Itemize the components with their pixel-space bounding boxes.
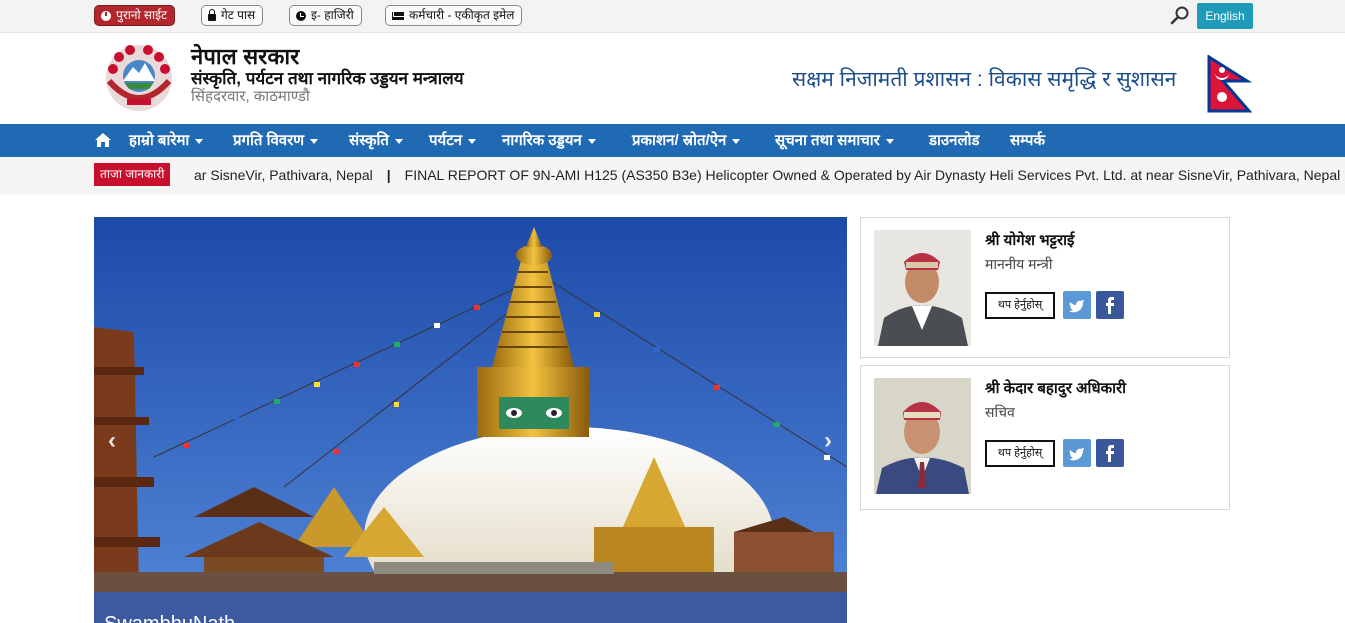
chevron-down-icon — [587, 138, 596, 144]
main-navigation: हाम्रो बारेमा प्रगति विवरण संस्कृति पर्य… — [0, 124, 1345, 157]
staff-email-label: कर्मचारी - एकीकृत इमेल — [409, 8, 515, 22]
slider-next-arrow-icon[interactable]: › — [818, 429, 838, 453]
secretary-photo — [874, 378, 971, 494]
old-site-button[interactable]: पुरानो साईट — [94, 5, 176, 26]
mail-icon — [392, 11, 404, 20]
nav-item-label: प्रगति विवरण — [233, 132, 305, 149]
nav-item-publications[interactable]: प्रकाशन/ स्रोत/ऐन — [632, 124, 741, 157]
e-hajiri-label: इ- हाजिरी — [311, 8, 354, 22]
official-name: श्री केदार बहादुर अधिकारी — [985, 380, 1127, 397]
nav-item-label: संस्कृति — [349, 132, 389, 149]
nav-item-contact[interactable]: सम्पर्क — [1010, 124, 1045, 157]
official-card-minister: श्री योगेश भट्टराई माननीय मन्त्री थप हेर… — [860, 217, 1230, 358]
official-name: श्री योगेश भट्टराई — [985, 232, 1075, 249]
nav-item-civil-aviation[interactable]: नागरिक उड्डयन — [502, 124, 596, 157]
nav-item-label: पर्यटन — [429, 132, 463, 149]
ticker-item[interactable]: FINAL REPORT OF 9N-AMI H125 (AS350 B3e) … — [405, 167, 1341, 183]
nepal-emblem-logo[interactable] — [103, 43, 175, 113]
nav-item-culture[interactable]: संस्कृति — [349, 124, 403, 157]
nav-item-label: हाम्रो बारेमा — [129, 132, 190, 149]
view-more-button[interactable]: थप हेर्नुहोस् — [985, 440, 1055, 467]
twitter-icon — [1069, 448, 1084, 461]
minister-photo — [874, 230, 971, 346]
nav-item-label: प्रकाशन/ स्रोत/ऐन — [632, 132, 727, 149]
nav-item-about[interactable]: हाम्रो बारेमा — [129, 124, 204, 157]
language-toggle-button[interactable]: English — [1197, 3, 1253, 29]
view-more-button[interactable]: थप हेर्नुहोस् — [985, 292, 1055, 319]
site-header: नेपाल सरकार संस्कृति, पर्यटन तथा नागरिक … — [0, 33, 1345, 124]
slide-image-swayambhunath — [94, 217, 847, 592]
chevron-down-icon — [732, 138, 741, 144]
nav-item-tourism[interactable]: पर्यटन — [429, 124, 477, 157]
search-icon — [1170, 6, 1189, 25]
chevron-down-icon — [394, 138, 403, 144]
ministry-address: सिंहदरवार, काठमाण्डौ — [191, 88, 310, 105]
ticker-item[interactable]: ar SisneVir, Pathivara, Nepal — [194, 167, 373, 183]
home-icon[interactable] — [94, 132, 112, 148]
nav-item-label: सूचना तथा समाचार — [775, 132, 880, 149]
facebook-button[interactable] — [1096, 291, 1124, 319]
nav-item-progress[interactable]: प्रगति विवरण — [233, 124, 319, 157]
facebook-button[interactable] — [1096, 439, 1124, 467]
staff-email-button[interactable]: कर्मचारी - एकीकृत इमेल — [385, 5, 523, 26]
facebook-icon — [1106, 297, 1114, 314]
twitter-button[interactable] — [1063, 291, 1091, 319]
chevron-down-icon — [468, 138, 477, 144]
nav-item-download[interactable]: डाउनलोड — [929, 124, 980, 157]
slider-prev-arrow-icon[interactable]: ‹ — [102, 429, 122, 453]
chevron-down-icon — [195, 138, 204, 144]
official-card-secretary: श्री केदार बहादुर अधिकारी सचिव थप हेर्नु… — [860, 365, 1230, 510]
top-utility-bar: पुरानो साईट गेट पास इ- हाजिरी कर्मचारी -… — [0, 0, 1345, 33]
hero-slider[interactable]: ‹ › SwambhuNath — [94, 217, 847, 623]
twitter-icon — [1069, 300, 1084, 313]
nav-item-news[interactable]: सूचना तथा समाचार — [775, 124, 894, 157]
ticker-separator: | — [386, 167, 391, 183]
chevron-down-icon — [310, 138, 319, 144]
clock-icon — [296, 10, 306, 21]
e-hajiri-button[interactable]: इ- हाजिरी — [289, 5, 362, 26]
facebook-icon — [1106, 445, 1114, 462]
official-role: माननीय मन्त्री — [985, 256, 1053, 272]
gate-pass-button[interactable]: गेट पास — [201, 5, 264, 26]
nav-item-label: डाउनलोड — [929, 132, 980, 149]
chevron-down-icon — [885, 138, 894, 144]
twitter-button[interactable] — [1063, 439, 1091, 467]
old-site-label: पुरानो साईट — [116, 8, 168, 22]
nav-item-label: सम्पर्क — [1010, 132, 1045, 149]
ticker-track: ar SisneVir, Pathivara, Nepal | FINAL REPO… — [194, 166, 1345, 185]
lock-icon — [208, 8, 216, 21]
gate-pass-label: गेट पास — [221, 8, 256, 22]
nav-item-label: नागरिक उड्डयन — [502, 132, 582, 149]
search-button[interactable] — [1168, 4, 1192, 28]
header-slogan: सक्षम निजामती प्रशासन : विकास समृद्धि र … — [792, 68, 1177, 91]
ticker-label: ताजा जानकारी — [94, 163, 171, 186]
nepal-flag-icon — [1207, 55, 1253, 113]
clock-icon — [101, 10, 111, 21]
slide-caption: SwambhuNath — [94, 592, 847, 623]
official-role: सचिव — [985, 404, 1015, 420]
news-ticker: ताजा जानकारी ar SisneVir, Pathivara, Nep… — [0, 157, 1345, 195]
